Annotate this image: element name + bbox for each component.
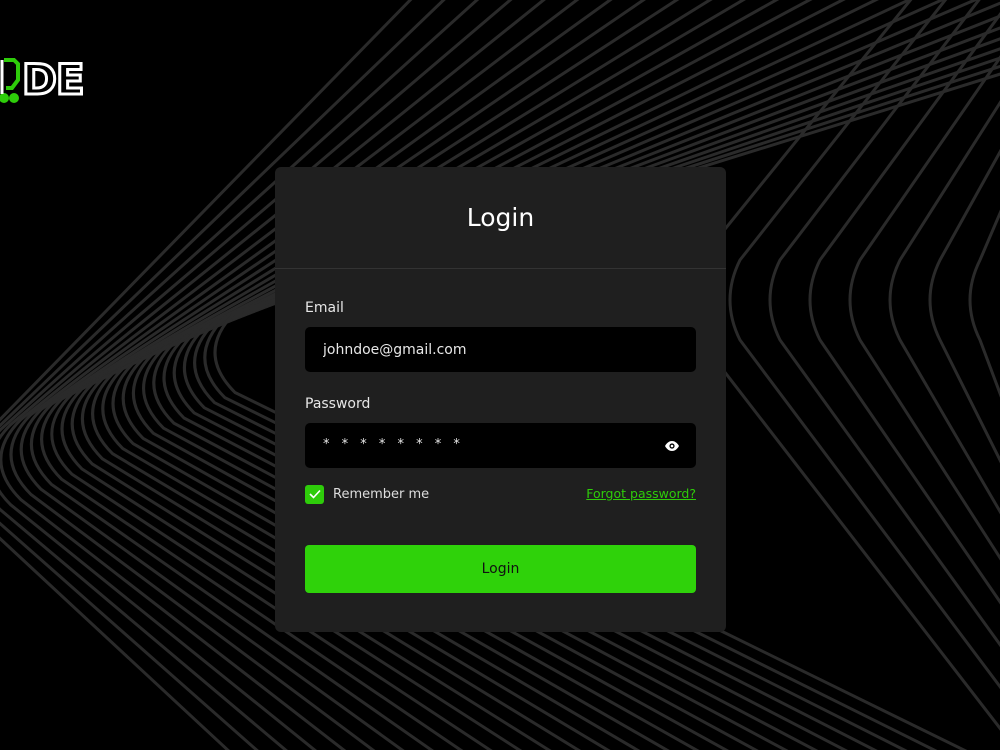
checkmark-icon (308, 489, 321, 499)
brand-logo[interactable]: DE (0, 54, 90, 106)
logo-text: DE (21, 54, 87, 106)
login-title: Login (466, 203, 535, 232)
remember-me-label: Remember me (333, 486, 430, 502)
email-input[interactable] (305, 327, 696, 372)
email-label: Email (305, 300, 344, 316)
forgot-password-link[interactable]: Forgot password? (586, 486, 696, 501)
login-button[interactable]: Login (305, 545, 696, 593)
background-contour-line (888, 100, 1000, 515)
remember-me-toggle[interactable]: Remember me (305, 484, 429, 504)
login-card: Login Email Password * * * * * * * * Rem… (275, 167, 726, 632)
remember-me-checkbox[interactable] (305, 484, 324, 504)
password-input[interactable]: * * * * * * * * (305, 423, 696, 468)
background-contour-line (928, 148, 1000, 464)
password-label: Password (305, 396, 371, 412)
login-page: DE Login Email Password * * * * * * * * … (0, 0, 1000, 750)
eye-icon[interactable] (664, 438, 680, 454)
password-masked-value: * * * * * * * * (323, 437, 464, 452)
card-divider (275, 268, 726, 269)
